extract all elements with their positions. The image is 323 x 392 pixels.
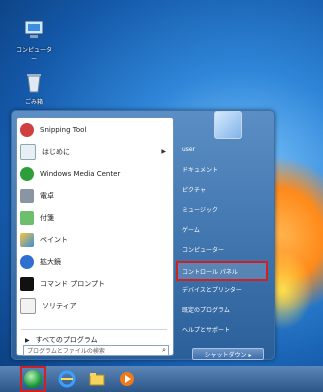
search-icon: ⌕: [162, 346, 166, 354]
getting-started-icon: [20, 143, 36, 160]
program-label: Snipping Tool: [40, 125, 87, 134]
place-label: ヘルプとサポート: [182, 326, 231, 334]
program-item-snipping-tool[interactable]: Snipping Tool: [20, 120, 168, 139]
magnifier-icon: [20, 254, 34, 269]
place-label: コントロール パネル: [182, 268, 238, 276]
place-label: ピクチャ: [182, 186, 206, 194]
place-label: ゲーム: [182, 226, 200, 234]
desktop-icon-label: ごみ箱: [24, 99, 43, 106]
program-label: ソリティア: [42, 301, 77, 310]
place-label: ミュージック: [182, 206, 218, 214]
place-user[interactable]: user: [178, 141, 268, 157]
place-games[interactable]: ゲーム: [178, 221, 268, 237]
program-label: Windows Media Center: [40, 169, 121, 178]
shutdown-label: シャットダウン ▸: [204, 351, 252, 359]
program-item-command-prompt[interactable]: コマンド プロンプト: [20, 274, 168, 293]
program-item-solitaire[interactable]: ソリティア: [20, 296, 168, 315]
place-devices-printers[interactable]: デバイスとプリンター: [178, 281, 268, 297]
chevron-right-icon: ▶: [25, 336, 30, 344]
shutdown-button[interactable]: シャットダウン ▸: [192, 348, 264, 360]
program-item-calculator[interactable]: 電卓: [20, 186, 168, 205]
place-default-programs[interactable]: 既定のプログラム: [178, 301, 268, 317]
program-item-media-center[interactable]: Windows Media Center: [20, 164, 168, 183]
program-label: 電卓: [40, 191, 54, 200]
program-label: ペイント: [40, 235, 68, 244]
start-menu-places-pane: user ドキュメント ピクチャ ミュージック ゲーム コンピューター コントロ…: [174, 111, 272, 360]
place-label: user: [182, 145, 196, 153]
program-label: 付箋: [40, 213, 54, 222]
media-center-icon: [20, 166, 34, 181]
desktop-icon-label: コンピューター: [15, 47, 52, 63]
place-music[interactable]: ミュージック: [178, 201, 268, 217]
solitaire-icon: [20, 297, 36, 314]
place-label: 既定のプログラム: [182, 306, 230, 314]
place-documents[interactable]: ドキュメント: [178, 161, 268, 177]
calculator-icon: [20, 188, 34, 203]
program-item-sticky-notes[interactable]: 付箋: [20, 208, 168, 227]
desktop-icon-recycle-bin[interactable]: ごみ箱: [14, 70, 54, 106]
all-programs-link[interactable]: ▶ すべてのプログラム: [25, 335, 98, 345]
desktop-icon-computer[interactable]: コンピューター: [14, 18, 54, 63]
scissors-icon: [20, 122, 34, 137]
program-item-getting-started[interactable]: はじめに ▶: [20, 142, 168, 161]
ie-icon[interactable]: [58, 370, 76, 388]
computer-icon: [22, 18, 46, 42]
program-item-paint[interactable]: ペイント: [20, 230, 168, 249]
taskbar: [0, 366, 323, 392]
recycle-bin-icon: [22, 70, 46, 94]
user-picture[interactable]: [214, 111, 242, 139]
start-menu: Snipping Tool はじめに ▶ Windows Media Cente…: [11, 110, 275, 360]
program-item-magnifier[interactable]: 拡大鏡: [20, 252, 168, 271]
place-control-panel[interactable]: コントロール パネル: [176, 261, 268, 281]
all-programs-label: すべてのプログラム: [35, 336, 98, 344]
start-menu-programs-pane: Snipping Tool はじめに ▶ Windows Media Cente…: [16, 117, 174, 356]
place-pictures[interactable]: ピクチャ: [178, 181, 268, 197]
program-label: 拡大鏡: [40, 257, 61, 266]
command-prompt-icon: [20, 276, 34, 291]
windows-logo-icon: [24, 370, 42, 388]
sticky-notes-icon: [20, 210, 34, 225]
place-label: コンピューター: [182, 246, 225, 254]
start-button[interactable]: [20, 366, 46, 392]
search-input[interactable]: プログラムとファイルの検索 ⌕: [23, 345, 169, 356]
divider: [21, 329, 167, 330]
paint-icon: [20, 232, 34, 247]
explorer-icon[interactable]: [88, 370, 106, 388]
chevron-right-icon: ▶: [161, 148, 166, 155]
place-help-support[interactable]: ヘルプとサポート: [178, 321, 268, 337]
program-label: コマンド プロンプト: [40, 279, 106, 288]
place-label: ドキュメント: [182, 166, 219, 174]
media-player-icon[interactable]: [118, 370, 136, 388]
place-computer[interactable]: コンピューター: [178, 241, 268, 257]
place-label: デバイスとプリンター: [182, 286, 242, 294]
program-label: はじめに: [42, 147, 70, 156]
search-placeholder: プログラムとファイルの検索: [27, 348, 105, 355]
